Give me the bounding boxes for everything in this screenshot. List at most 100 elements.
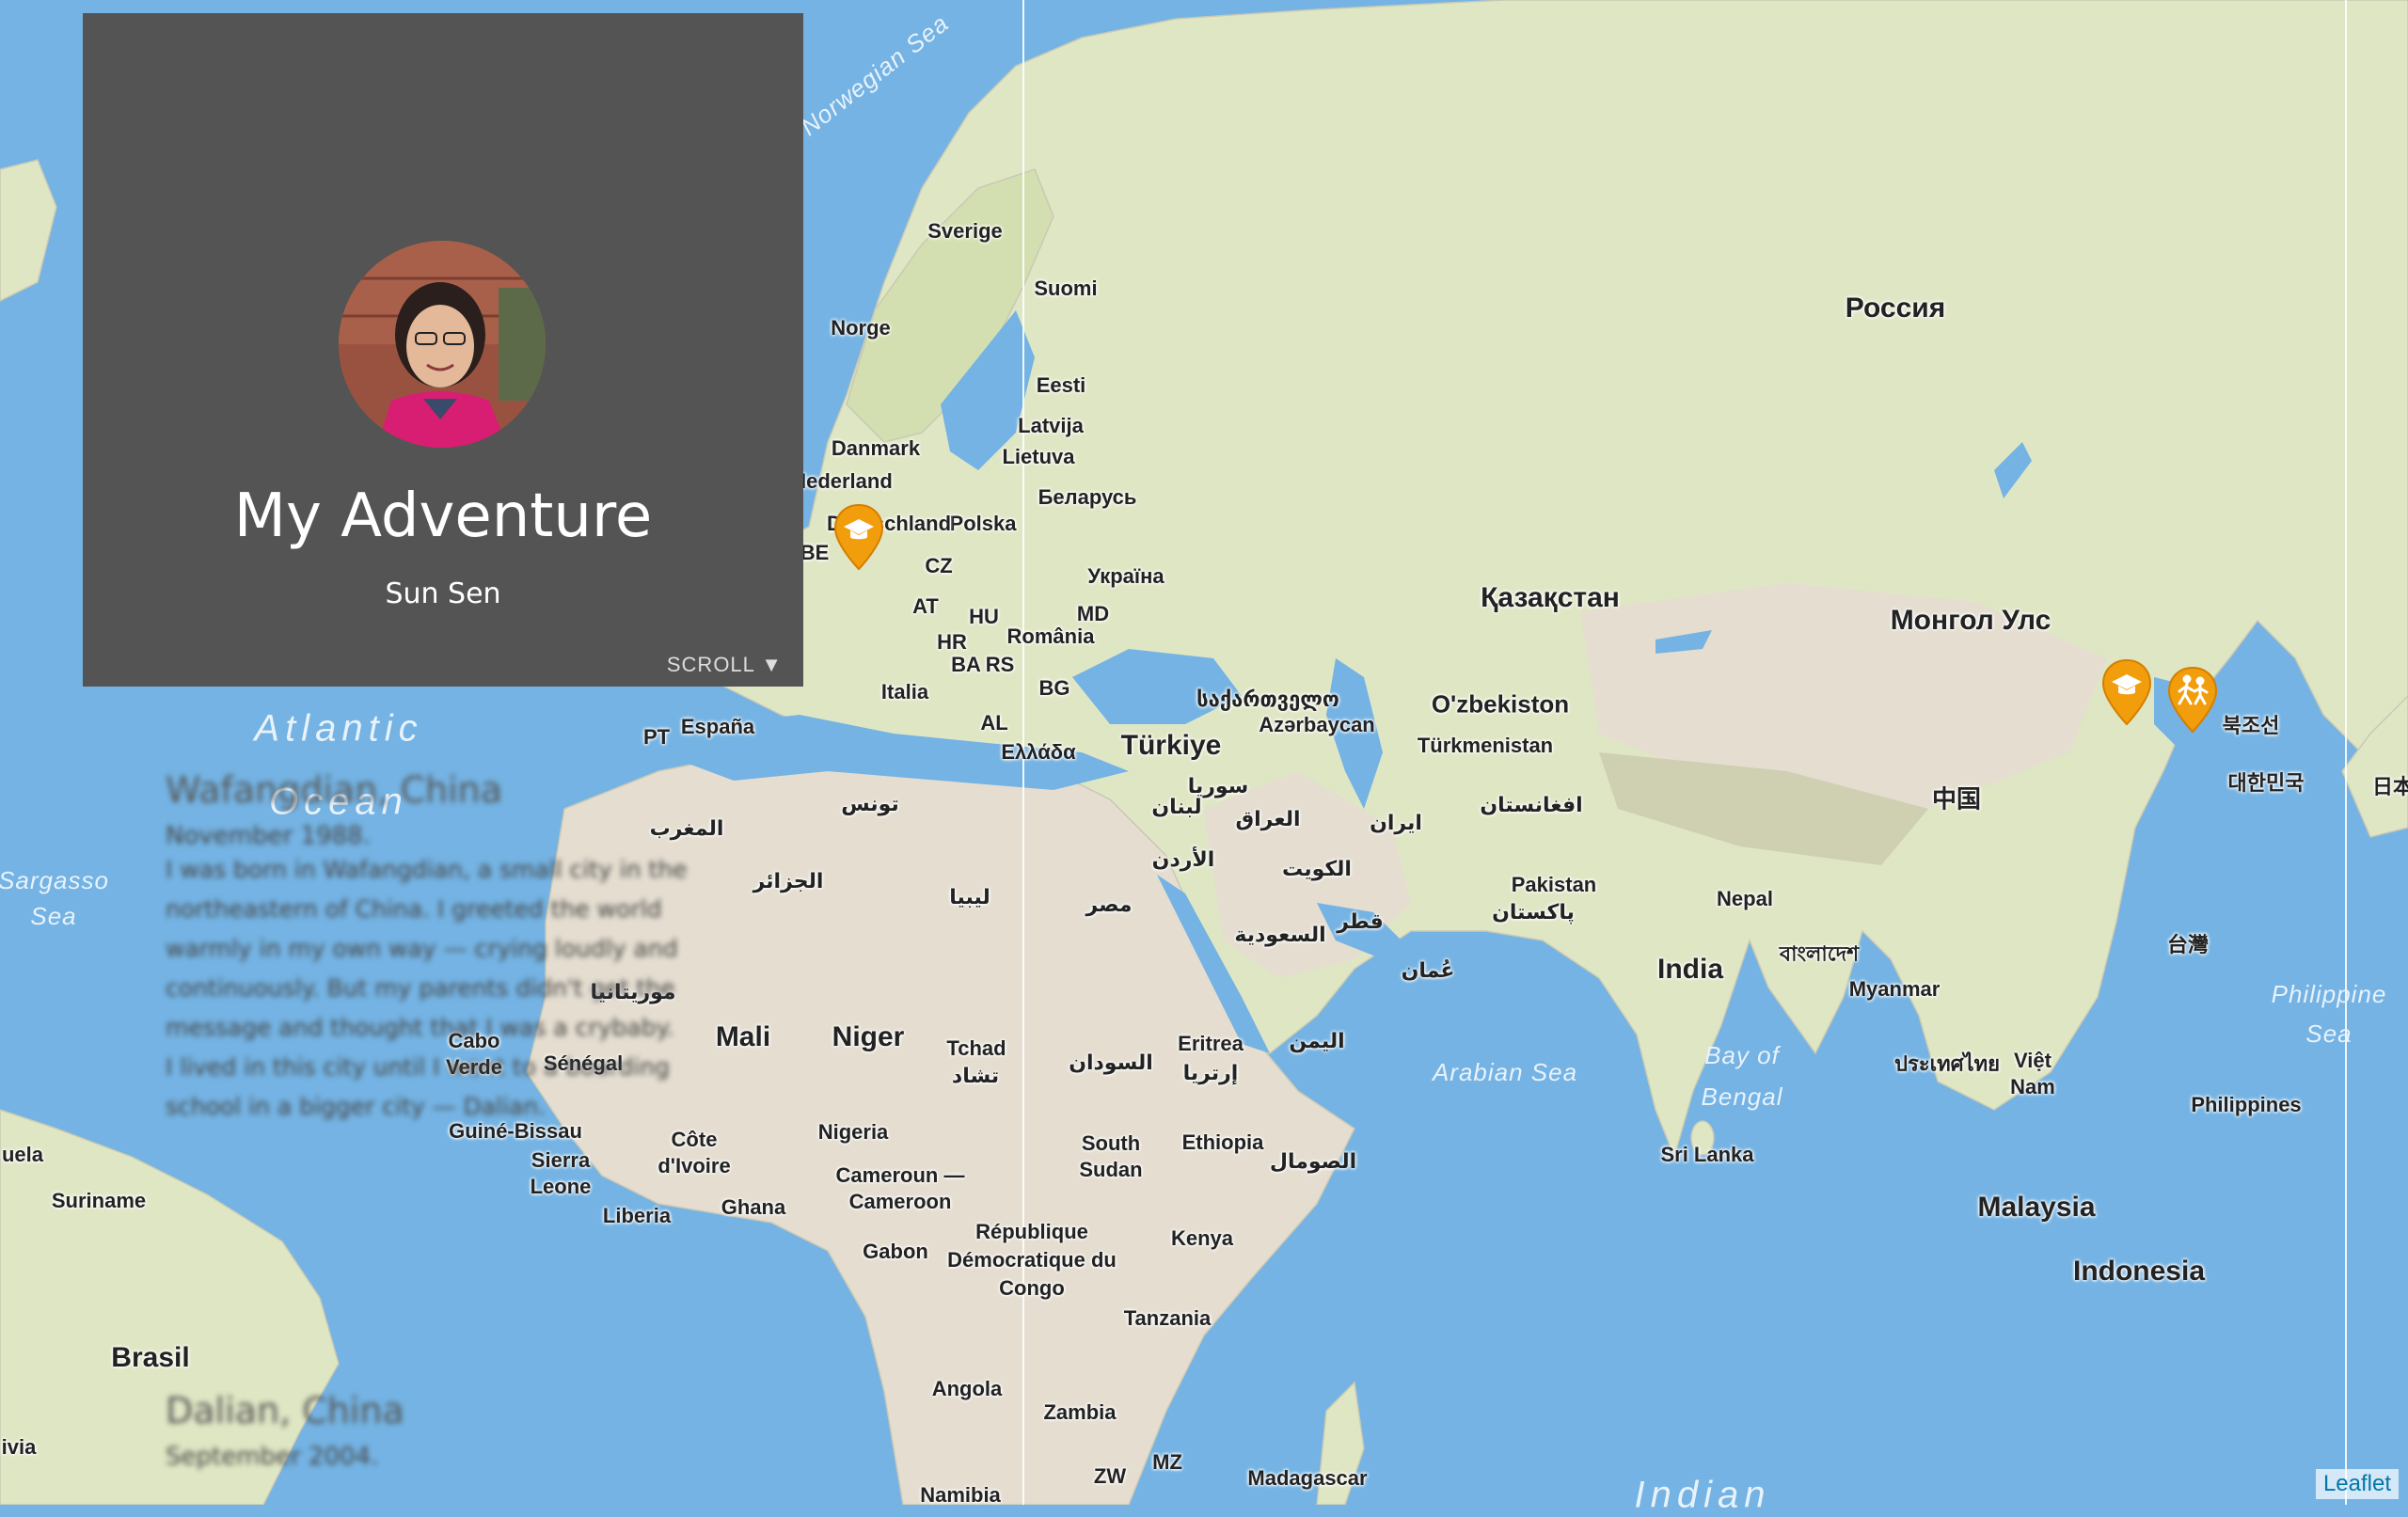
map-label-country: الكويت: [1282, 857, 1352, 880]
map-label-country: HR: [937, 630, 967, 654]
map-label-country: Türkmenistan: [1417, 734, 1554, 757]
map-label-country: 日本: [2371, 775, 2408, 798]
scroll-button[interactable]: SCROLL ▼: [667, 653, 783, 677]
map-label-country: 북조선: [2222, 714, 2280, 737]
map-label-country: MZ: [1152, 1450, 1182, 1474]
map-label-country: République Démocratique du Congo: [947, 1220, 1117, 1300]
scroll-label: SCROLL: [666, 653, 755, 676]
map-label-country: Namibia: [920, 1483, 1001, 1507]
map-label-country: Liberia: [602, 1204, 672, 1227]
story-section: Dalian, China September 2004.: [166, 1390, 692, 1471]
map-label-country: বাংলাদেশ: [1779, 941, 1860, 966]
map-label-country: ivia: [1, 1435, 37, 1459]
map-label-country: South Sudan: [1079, 1131, 1143, 1181]
map-label-country: Niger: [832, 1021, 905, 1052]
map-label-country: Türkiye: [1120, 730, 1222, 761]
map-label-country: uela: [1, 1143, 44, 1166]
map-label-country: Eritrea: [1178, 1032, 1244, 1055]
map-label-country: Қазақстан: [1481, 582, 1620, 613]
map-label-country: Nepal: [1717, 887, 1773, 910]
story-map-author: Sun Sen: [385, 577, 501, 610]
hiking-marker-dalian[interactable]: [2166, 666, 2219, 734]
map-label-country: إرتريا: [1182, 1061, 1239, 1084]
map-label-country: O'zbekiston: [1431, 689, 1570, 719]
map-label-country: Tanzania: [1123, 1306, 1212, 1330]
map-label-country: العراق: [1235, 807, 1301, 830]
map-label-sea: Sargasso Sea: [0, 866, 109, 930]
story-section: Wafangdian, China November 1988. I was b…: [166, 769, 692, 1127]
map-label-country: Mali: [715, 1021, 771, 1052]
map-label-country: Sierra Leone: [530, 1148, 592, 1198]
map-label-country: الجزائر: [752, 869, 824, 893]
map-label-country: الأردن: [1151, 847, 1215, 871]
map-pin-icon: [833, 503, 884, 571]
story-date: November 1988.: [166, 822, 371, 850]
map-label-country: Eesti: [1036, 373, 1086, 397]
story-map-title: My Adventure: [233, 482, 653, 551]
map-label-country: ประเทศไทย: [1893, 1051, 2001, 1076]
map-label-country: AL: [980, 711, 1008, 735]
map-label-country: Pakistan: [1511, 873, 1597, 896]
map-label-country: Norge: [831, 316, 891, 340]
map-label-country: Việt Nam: [2010, 1049, 2055, 1098]
map-label-country: Malaysia: [1977, 1192, 2096, 1223]
map-label-country: تشاد: [951, 1064, 1000, 1087]
map-label-country: عُمان: [1401, 958, 1455, 982]
map-label-country: ایران: [1370, 811, 1422, 834]
map-label-country: قطر: [1337, 909, 1384, 933]
map-attribution-link[interactable]: Leaflet: [2315, 1469, 2399, 1499]
map-label-country: Kenya: [1170, 1226, 1234, 1250]
map-label-sea: Philippine Sea: [2271, 980, 2387, 1048]
map-label-country: ZW: [1093, 1464, 1127, 1488]
map-label-country: ليبيا: [949, 885, 990, 909]
map-label-country: Tchad: [946, 1036, 1006, 1060]
map-label-country: Azərbaycan: [1259, 713, 1375, 736]
map-label-country: Gabon: [863, 1240, 928, 1263]
map-label-country: RS: [985, 653, 1015, 676]
map-label-country: BE: [800, 541, 830, 564]
map-label-country: 台灣: [2166, 933, 2210, 956]
map-label-country: Suriname: [51, 1189, 147, 1212]
map-label-country: HU: [969, 605, 999, 628]
map-label-country: افغانستان: [1480, 793, 1583, 816]
story-date: September 2004.: [166, 1443, 379, 1471]
story-paragraph: I was born in Wafangdian, a small city i…: [166, 856, 688, 1041]
map-label-country: پاکستان: [1492, 900, 1575, 924]
map-label-country: Sverige: [927, 219, 1003, 243]
school-marker-china[interactable]: [2100, 658, 2153, 726]
map-label-country: Cameroun — Cameroon: [835, 1163, 965, 1213]
map-label-country: AT: [912, 594, 939, 618]
map-pin-icon: [2101, 658, 2152, 726]
map-label-sea: Bay of Bengal: [1701, 1041, 1783, 1111]
map-label-country: Lietuva: [1002, 445, 1075, 468]
map-label-country: საქართველო: [1196, 687, 1339, 711]
map-label-country: Ελλάδα: [1001, 740, 1076, 764]
map-label-country: Polska: [949, 512, 1017, 535]
story-title: Dalian, China: [166, 1390, 404, 1431]
map-label-country: Zambia: [1043, 1400, 1117, 1424]
map-label-country: Україна: [1087, 564, 1164, 588]
map-label-country: 中国: [1931, 784, 1982, 814]
map-label-country: PT: [642, 725, 671, 749]
map-label-country: Brasil: [111, 1342, 190, 1373]
school-marker-europe[interactable]: [832, 503, 885, 571]
map-label-country: BG: [1038, 676, 1070, 700]
map-label-country: BA: [951, 653, 981, 676]
avatar: [339, 241, 546, 448]
map-label-country: تونس: [841, 792, 899, 815]
story-title-card: My Adventure Sun Sen SCROLL ▼: [83, 13, 803, 687]
map-label-country: España: [680, 715, 755, 738]
map-label-country: Ghana: [721, 1195, 786, 1219]
map-label-country: 대한민국: [2227, 771, 2305, 795]
map-label-country: السودان: [1069, 1051, 1153, 1074]
map-label-country: Indonesia: [2072, 1256, 2206, 1287]
map-label-country: اليمن: [1289, 1029, 1345, 1052]
map-label-country: الصومال: [1269, 1149, 1357, 1173]
profile-photo: [339, 241, 546, 448]
map-label-ocean: Atlantic: [254, 707, 423, 750]
map-label-country: Монгол Улс: [1890, 605, 2052, 636]
story-title: Wafangdian, China: [166, 769, 503, 811]
map-label-country: لبنان: [1151, 795, 1202, 818]
map-label-country: România: [1006, 624, 1095, 648]
map-label-country: Côte d'Ivoire: [657, 1128, 731, 1177]
